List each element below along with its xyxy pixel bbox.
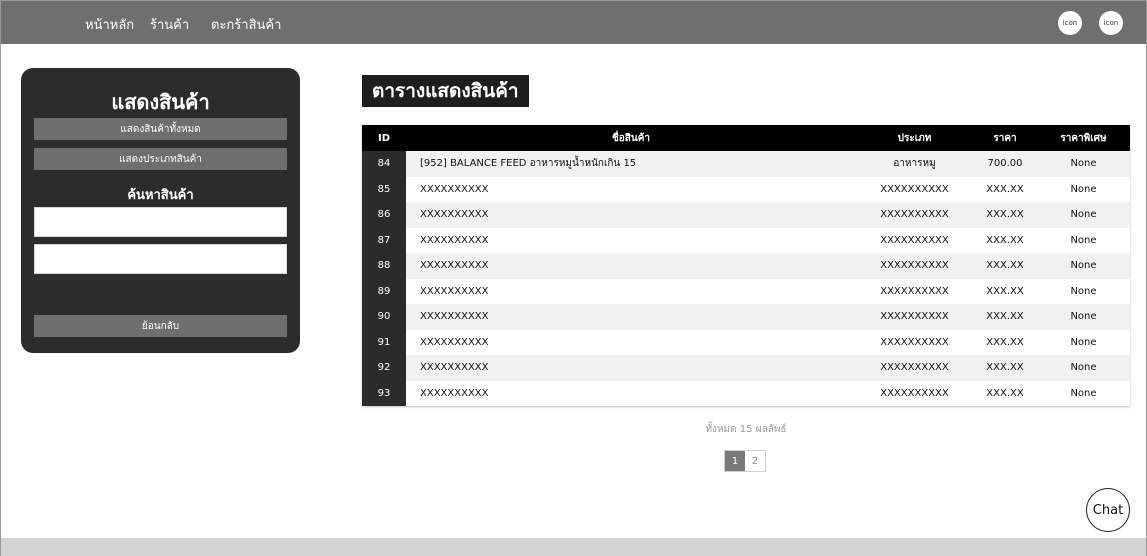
chat-button[interactable]: Chat — [1086, 488, 1130, 532]
cell-type: XXXXXXXXXX — [856, 202, 973, 228]
cell-type: XXXXXXXXXX — [856, 304, 973, 330]
show-all-products-button[interactable]: แสดงสินค้าทั้งหมด — [34, 118, 287, 140]
cell-id: 89 — [362, 278, 406, 304]
show-product-types-button[interactable]: แสดงประเภทสินค้า — [34, 148, 287, 170]
cell-price: XXX.XX — [973, 227, 1037, 253]
table-row[interactable]: 84 [952] BALANCE FEED อาหารหมูน้ำหนักเกิน… — [362, 151, 1130, 177]
cell-price: XXX.XX — [973, 380, 1037, 406]
pagination: 1 2 — [724, 450, 766, 472]
cell-price: XXX.XX — [973, 329, 1037, 355]
cell-id: 86 — [362, 202, 406, 228]
cell-name: XXXXXXXXXX — [406, 329, 856, 355]
cell-special-price: None — [1037, 176, 1130, 202]
cell-type: XXXXXXXXXX — [856, 253, 973, 279]
cell-special-price: None — [1037, 227, 1130, 253]
nav-link-cart[interactable]: ตะกร้าสินค้า — [211, 14, 281, 35]
cell-price: XXX.XX — [973, 253, 1037, 279]
products-table: ID ชื่อสินค้า ประเภท ราคา ราคาพิเศษ 84 [9… — [362, 125, 1130, 406]
sidebar-title: แสดงสินค้า — [111, 90, 210, 114]
table-body: 84 [952] BALANCE FEED อาหารหมูน้ำหนักเกิน… — [362, 151, 1130, 406]
cell-special-price: None — [1037, 380, 1130, 406]
cell-price: XXX.XX — [973, 355, 1037, 381]
cell-name: XXXXXXXXXX — [406, 304, 856, 330]
cell-name: XXXXXXXXXX — [406, 278, 856, 304]
cell-id: 90 — [362, 304, 406, 330]
cell-price: 700.00 — [973, 151, 1037, 177]
cell-id: 87 — [362, 227, 406, 253]
cell-id: 84 — [362, 151, 406, 177]
column-header-type: ประเภท — [856, 125, 973, 151]
cell-name: [952] BALANCE FEED อาหารหมูน้ำหนักเกิน 1… — [406, 151, 856, 177]
column-header-price: ราคา — [973, 125, 1037, 151]
nav-link-shop[interactable]: ร้านค้า — [150, 14, 189, 35]
nav-link-home[interactable]: หน้าหลัก — [85, 14, 134, 35]
cell-special-price: None — [1037, 253, 1130, 279]
table-row[interactable]: 86 XXXXXXXXXX XXXXXXXXXX XXX.XX None — [362, 202, 1130, 228]
column-header-special-price: ราคาพิเศษ — [1037, 125, 1130, 151]
cell-type: XXXXXXXXXX — [856, 278, 973, 304]
cell-type: XXXXXXXXXX — [856, 227, 973, 253]
table-row[interactable]: 87 XXXXXXXXXX XXXXXXXXXX XXX.XX None — [362, 227, 1130, 253]
page-button-1[interactable]: 1 — [725, 451, 745, 471]
cell-special-price: None — [1037, 304, 1130, 330]
cell-id: 92 — [362, 355, 406, 381]
footer-bar — [1, 538, 1146, 556]
top-navbar: หน้าหลัก ร้านค้า ตะกร้าสินค้า icon icon — [1, 1, 1146, 44]
cell-name: XXXXXXXXXX — [406, 176, 856, 202]
table-row[interactable]: 85 XXXXXXXXXX XXXXXXXXXX XXX.XX None — [362, 176, 1130, 202]
column-header-id: ID — [362, 125, 406, 151]
user-icon[interactable]: icon — [1058, 11, 1082, 35]
cell-id: 91 — [362, 329, 406, 355]
column-header-name: ชื่อสินค้า — [406, 125, 856, 151]
search-heading: ค้นหาสินค้า — [127, 188, 194, 203]
back-button[interactable]: ย้อนกลับ — [34, 315, 287, 337]
total-results-text: ทั้งหมด 15 ผลลัพธ์ — [705, 424, 787, 435]
cell-id: 88 — [362, 253, 406, 279]
table-row[interactable]: 92 XXXXXXXXXX XXXXXXXXXX XXX.XX None — [362, 355, 1130, 381]
cell-special-price: None — [1037, 202, 1130, 228]
cell-type: XXXXXXXXXX — [856, 329, 973, 355]
cell-price: XXX.XX — [973, 304, 1037, 330]
cell-special-price: None — [1037, 278, 1130, 304]
cell-special-price: None — [1037, 151, 1130, 177]
table-row[interactable]: 90 XXXXXXXXXX XXXXXXXXXX XXX.XX None — [362, 304, 1130, 330]
table-row[interactable]: 91 XXXXXXXXXX XXXXXXXXXX XXX.XX None — [362, 329, 1130, 355]
cell-id: 93 — [362, 380, 406, 406]
cell-price: XXX.XX — [973, 278, 1037, 304]
page-button-2[interactable]: 2 — [745, 451, 765, 471]
cell-price: XXX.XX — [973, 176, 1037, 202]
cell-type: XXXXXXXXXX — [856, 355, 973, 381]
table-header-row: ID ชื่อสินค้า ประเภท ราคา ราคาพิเศษ — [362, 125, 1130, 151]
table-row[interactable]: 89 XXXXXXXXXX XXXXXXXXXX XXX.XX None — [362, 278, 1130, 304]
cell-type: XXXXXXXXXX — [856, 176, 973, 202]
cell-price: XXX.XX — [973, 202, 1037, 228]
sidebar-panel: แสดงสินค้า แสดงสินค้าทั้งหมด แสดงประเภทส… — [21, 68, 300, 353]
cell-id: 85 — [362, 176, 406, 202]
cell-special-price: None — [1037, 329, 1130, 355]
table-row[interactable]: 93 XXXXXXXXXX XXXXXXXXXX XXX.XX None — [362, 380, 1130, 406]
search-input-1[interactable] — [34, 207, 287, 237]
settings-icon[interactable]: icon — [1099, 11, 1123, 35]
search-input-2[interactable] — [34, 244, 287, 274]
cell-name: XXXXXXXXXX — [406, 380, 856, 406]
table-row[interactable]: 88 XXXXXXXXXX XXXXXXXXXX XXX.XX None — [362, 253, 1130, 279]
page-title: ตารางแสดงสินค้า — [362, 75, 529, 107]
cell-name: XXXXXXXXXX — [406, 355, 856, 381]
cell-type: อาหารหมู — [856, 151, 973, 177]
cell-type: XXXXXXXXXX — [856, 380, 973, 406]
cell-name: XXXXXXXXXX — [406, 202, 856, 228]
cell-name: XXXXXXXXXX — [406, 253, 856, 279]
cell-name: XXXXXXXXXX — [406, 227, 856, 253]
cell-special-price: None — [1037, 355, 1130, 381]
